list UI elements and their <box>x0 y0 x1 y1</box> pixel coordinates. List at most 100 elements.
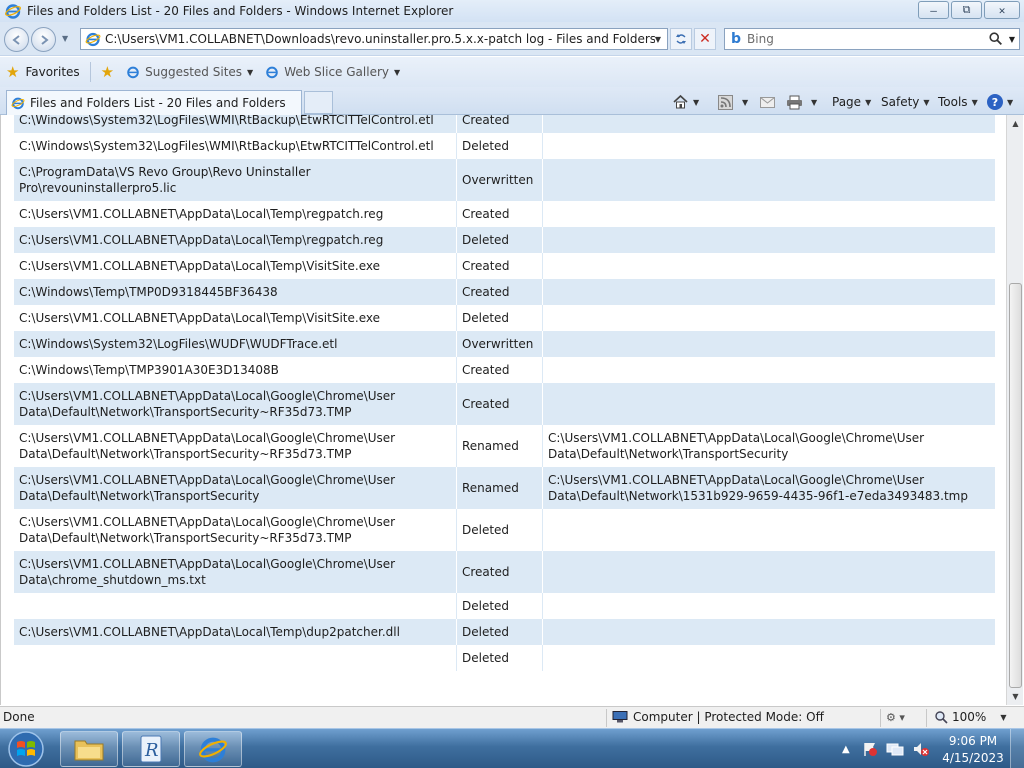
file-path-cell: C:\Windows\System32\LogFiles\WUDF\WUDFTr… <box>19 337 338 351</box>
tab-label: Files and Folders List - 20 Files and Fo… <box>30 96 286 110</box>
home-button[interactable]: ▼ <box>672 92 699 112</box>
action-cell: Deleted <box>456 227 542 253</box>
table-row: C:\Windows\System32\LogFiles\WMI\RtBacku… <box>14 115 995 133</box>
action-cell: Created <box>456 201 542 227</box>
file-path-cell: C:\Users\VM1.COLLABNET\AppData\Local\Tem… <box>19 625 400 639</box>
status-text: Done <box>3 710 35 724</box>
action-cell: Deleted <box>456 509 542 551</box>
files-and-folders-table: C:\Windows\System32\LogFiles\WMI\RtBacku… <box>14 115 995 671</box>
action-cell: Created <box>456 357 542 383</box>
mail-icon <box>760 96 775 108</box>
action-cell: Renamed <box>456 467 542 509</box>
feeds-button[interactable]: ▼ <box>718 92 748 112</box>
arrow-left-icon <box>11 34 20 45</box>
close-button[interactable]: ✕ <box>984 1 1020 19</box>
search-icon[interactable] <box>987 31 1005 47</box>
internet-explorer-icon <box>11 97 25 110</box>
action-cell: Overwritten <box>456 159 542 201</box>
security-zone[interactable]: Computer | Protected Mode: Off <box>612 710 824 724</box>
windows-start-button[interactable] <box>4 730 48 768</box>
add-favorite-icon: ★ <box>100 63 115 81</box>
safety-menu[interactable]: Safety ▼ <box>881 92 930 112</box>
table-row: C:\Users\VM1.COLLABNET\AppData\Local\Goo… <box>14 509 995 551</box>
stop-icon: ✕ <box>699 31 711 47</box>
action-cell: Created <box>456 551 542 593</box>
scrollbar-thumb[interactable] <box>1009 283 1022 688</box>
favorites-button[interactable]: ★ Favorites <box>0 61 86 83</box>
chevron-down-icon: ▼ <box>1007 97 1014 107</box>
forward-button[interactable] <box>31 27 56 52</box>
address-dropdown-icon[interactable]: ▼ <box>655 35 661 44</box>
computer-icon <box>612 711 628 723</box>
stop-button[interactable]: ✕ <box>694 28 716 50</box>
show-hidden-icons-icon[interactable]: ▲ <box>842 744 850 755</box>
vertical-scrollbar[interactable]: ▲ ▼ <box>1006 115 1023 705</box>
tools-menu-label: Tools <box>938 95 968 109</box>
address-input[interactable]: C:\Users\VM1.COLLABNET\Downloads\revo.un… <box>105 32 655 46</box>
status-tools-icon[interactable]: ⚙ ▾ <box>886 711 905 724</box>
status-bar: Done Computer | Protected Mode: Off ⚙ ▾ … <box>0 706 1024 728</box>
help-menu[interactable]: ? ▼ <box>987 92 1013 112</box>
print-button[interactable]: ▼ <box>786 92 817 112</box>
toolbar-separator <box>89 62 91 82</box>
favorites-bar: ★ Favorites ★ Suggested Sites ▼ Web Slic… <box>0 57 1024 87</box>
page-content: C:\Windows\System32\LogFiles\WMI\RtBacku… <box>0 115 1006 705</box>
file-path-cell: C:\Users\VM1.COLLABNET\AppData\Local\Tem… <box>19 311 380 325</box>
taskbar-internet-explorer-button[interactable] <box>184 731 242 767</box>
rename-target-cell <box>542 201 995 227</box>
rename-target-cell <box>542 509 995 551</box>
address-bar[interactable]: C:\Users\VM1.COLLABNET\Downloads\revo.un… <box>80 28 668 50</box>
new-tab-button[interactable] <box>304 91 333 114</box>
file-path-cell: C:\Users\VM1.COLLABNET\AppData\Local\Tem… <box>19 207 384 221</box>
file-path-cell: C:\Users\VM1.COLLABNET\AppData\Local\Goo… <box>19 515 396 545</box>
action-cell: Renamed <box>456 425 542 467</box>
table-row: Deleted <box>14 645 995 671</box>
search-box[interactable]: b Bing ▼ <box>724 28 1020 50</box>
chevron-down-icon: ▼ <box>971 97 978 107</box>
taskbar-revo-button[interactable]: R <box>122 731 180 767</box>
rename-target-cell <box>542 253 995 279</box>
file-path-cell: C:\Users\VM1.COLLABNET\AppData\Local\Goo… <box>19 473 396 503</box>
action-center-flag-icon[interactable] <box>862 741 878 757</box>
file-path-cell <box>14 645 456 671</box>
minimize-button[interactable]: — <box>918 1 949 19</box>
scroll-down-icon[interactable]: ▼ <box>1007 688 1024 705</box>
taskbar-explorer-button[interactable] <box>60 731 118 767</box>
zoom-control[interactable]: 100% ▼ <box>934 710 1006 724</box>
page-menu[interactable]: Page ▼ <box>832 92 871 112</box>
chevron-down-icon: ▼ <box>742 97 749 107</box>
zone-text: Computer | Protected Mode: Off <box>633 710 824 724</box>
taskbar-clock[interactable]: 9:06 PM 4/15/2023 <box>940 733 1006 767</box>
status-separator <box>880 709 881 727</box>
tools-menu[interactable]: Tools ▼ <box>938 92 978 112</box>
search-input[interactable]: Bing <box>747 32 987 46</box>
web-slice-gallery-button[interactable]: Web Slice Gallery ▼ <box>259 61 406 83</box>
scroll-up-icon[interactable]: ▲ <box>1007 115 1024 132</box>
internet-explorer-icon <box>5 4 21 19</box>
add-to-favorites-bar-button[interactable]: ★ <box>95 61 120 83</box>
table-row: C:\Users\VM1.COLLABNET\AppData\Local\Goo… <box>14 467 995 509</box>
file-path-cell: C:\Windows\System32\LogFiles\WMI\RtBacku… <box>19 115 434 127</box>
back-button[interactable] <box>4 27 29 52</box>
show-desktop-button[interactable] <box>1010 729 1024 768</box>
chevron-down-icon: ▼ <box>247 67 254 77</box>
maximize-button[interactable]: ⧉ <box>951 1 982 19</box>
suggested-sites-button[interactable]: Suggested Sites ▼ <box>120 61 259 83</box>
action-cell: Created <box>456 253 542 279</box>
tab-files-and-folders[interactable]: Files and Folders List - 20 Files and Fo… <box>6 90 302 115</box>
taskbar: R ▲ 9:06 PM 4/15/2023 <box>0 728 1024 768</box>
network-icon[interactable] <box>886 741 904 757</box>
internet-explorer-icon <box>266 66 278 79</box>
read-mail-button[interactable] <box>760 92 775 112</box>
volume-muted-icon[interactable] <box>912 741 930 757</box>
rename-target-cell: C:\Users\VM1.COLLABNET\AppData\Local\Goo… <box>542 467 995 509</box>
revo-uninstaller-icon: R <box>140 735 162 763</box>
system-tray: ▲ <box>842 729 930 768</box>
refresh-button[interactable] <box>670 28 692 50</box>
search-options-dropdown-icon[interactable]: ▼ <box>1009 35 1015 44</box>
zoom-level: 100% <box>952 710 987 724</box>
file-path-cell: C:\Windows\System32\LogFiles\WMI\RtBacku… <box>19 139 434 153</box>
recent-pages-dropdown-icon[interactable]: ▼ <box>62 34 68 43</box>
table-row: C:\Windows\Temp\TMP0D9318445BF36438 Creat… <box>14 279 995 305</box>
printer-icon <box>787 95 802 109</box>
